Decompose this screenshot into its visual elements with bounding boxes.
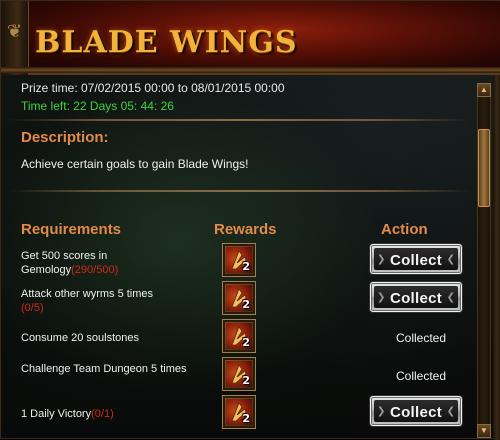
- requirement-label: Challenge Team Dungeon 5 times: [21, 363, 187, 375]
- requirement-row: Challenge Team Dungeon 5 times 2 Collect…: [1, 355, 471, 393]
- arrow-right-icon: ❮: [446, 406, 455, 417]
- scroll-down-icon[interactable]: ▼: [477, 424, 491, 438]
- progress-text: (0/1): [91, 408, 114, 420]
- scroll-up-icon[interactable]: ▲: [477, 83, 491, 97]
- arrow-right-icon: ❮: [446, 292, 455, 303]
- divider: [9, 190, 471, 192]
- collected-status: Collected: [396, 369, 447, 383]
- description-text: Achieve certain goals to gain Blade Wing…: [21, 157, 249, 171]
- requirement-label: Consume 20 soulstones: [21, 332, 140, 344]
- event-window: ❦ BLADE WINGS Prize time: 07/02/2015 00:…: [0, 0, 500, 440]
- window-title: BLADE WINGS: [35, 25, 298, 60]
- reward-slot[interactable]: 2: [222, 281, 256, 315]
- collected-status: Collected: [396, 331, 447, 345]
- collect-button[interactable]: ❯ Collect ❮: [370, 396, 462, 426]
- reward-slot[interactable]: 2: [222, 357, 256, 391]
- reward-quantity: 2: [242, 298, 250, 311]
- requirement-row: Consume 20 soulstones 2 Collected: [1, 317, 471, 355]
- divider: [9, 119, 471, 121]
- reward-slot[interactable]: 2: [222, 243, 256, 277]
- requirement-row: Get 500 scores in Gemology(290/500) 2 ❯ …: [1, 241, 471, 279]
- requirements-header: Requirements: [21, 221, 122, 238]
- requirement-label: Attack other wyrms 5 times: [21, 288, 154, 300]
- time-left: Time left: 22 Days 05: 44: 26: [21, 99, 174, 113]
- requirement-row: Attack other wyrms 5 times (0/5) 2 ❯ Col…: [1, 279, 471, 317]
- blade-wings-reward-icon: 2: [226, 399, 252, 425]
- requirement-text: Get 500 scores in Gemology(290/500): [21, 249, 201, 277]
- requirement-row: 1 Daily Victory(0/1) 2 ❯ Collect ❮: [1, 393, 471, 431]
- blade-wings-reward-icon: 2: [226, 361, 252, 387]
- reward-quantity: 2: [242, 260, 250, 273]
- blade-wings-reward-icon: 2: [226, 323, 252, 349]
- action-header: Action: [381, 221, 428, 238]
- blade-wings-reward-icon: 2: [226, 247, 252, 273]
- reward-slot[interactable]: 2: [222, 395, 256, 429]
- requirement-text: Attack other wyrms 5 times (0/5): [21, 287, 201, 315]
- reward-slot[interactable]: 2: [222, 319, 256, 353]
- collect-button-label: Collect: [389, 290, 443, 307]
- progress-text: (0/5): [21, 302, 44, 314]
- rewards-header: Rewards: [214, 221, 277, 238]
- arrow-right-icon: ❮: [446, 254, 455, 265]
- requirement-label: 1 Daily Victory: [21, 408, 92, 420]
- progress-text: (290/500): [71, 264, 119, 276]
- description-heading: Description:: [21, 129, 109, 146]
- window-frame: [493, 75, 500, 440]
- collect-button[interactable]: ❯ Collect ❮: [370, 244, 462, 274]
- reward-quantity: 2: [242, 374, 250, 387]
- reward-quantity: 2: [242, 412, 250, 425]
- prize-time: Prize time: 07/02/2015 00:00 to 08/01/20…: [21, 81, 285, 95]
- scroll-ornament-icon: ❦: [1, 1, 29, 75]
- reward-quantity: 2: [242, 336, 250, 349]
- header-banner: ❦ BLADE WINGS: [1, 1, 500, 75]
- requirement-text: Challenge Team Dungeon 5 times: [21, 362, 201, 376]
- requirement-text: Consume 20 soulstones: [21, 331, 201, 345]
- collect-button-label: Collect: [389, 252, 443, 269]
- collect-button[interactable]: ❯ Collect ❮: [370, 282, 462, 312]
- requirement-text: 1 Daily Victory(0/1): [21, 407, 201, 421]
- collect-button-label: Collect: [389, 404, 443, 421]
- blade-wings-reward-icon: 2: [226, 285, 252, 311]
- scrollbar-thumb[interactable]: [478, 129, 490, 207]
